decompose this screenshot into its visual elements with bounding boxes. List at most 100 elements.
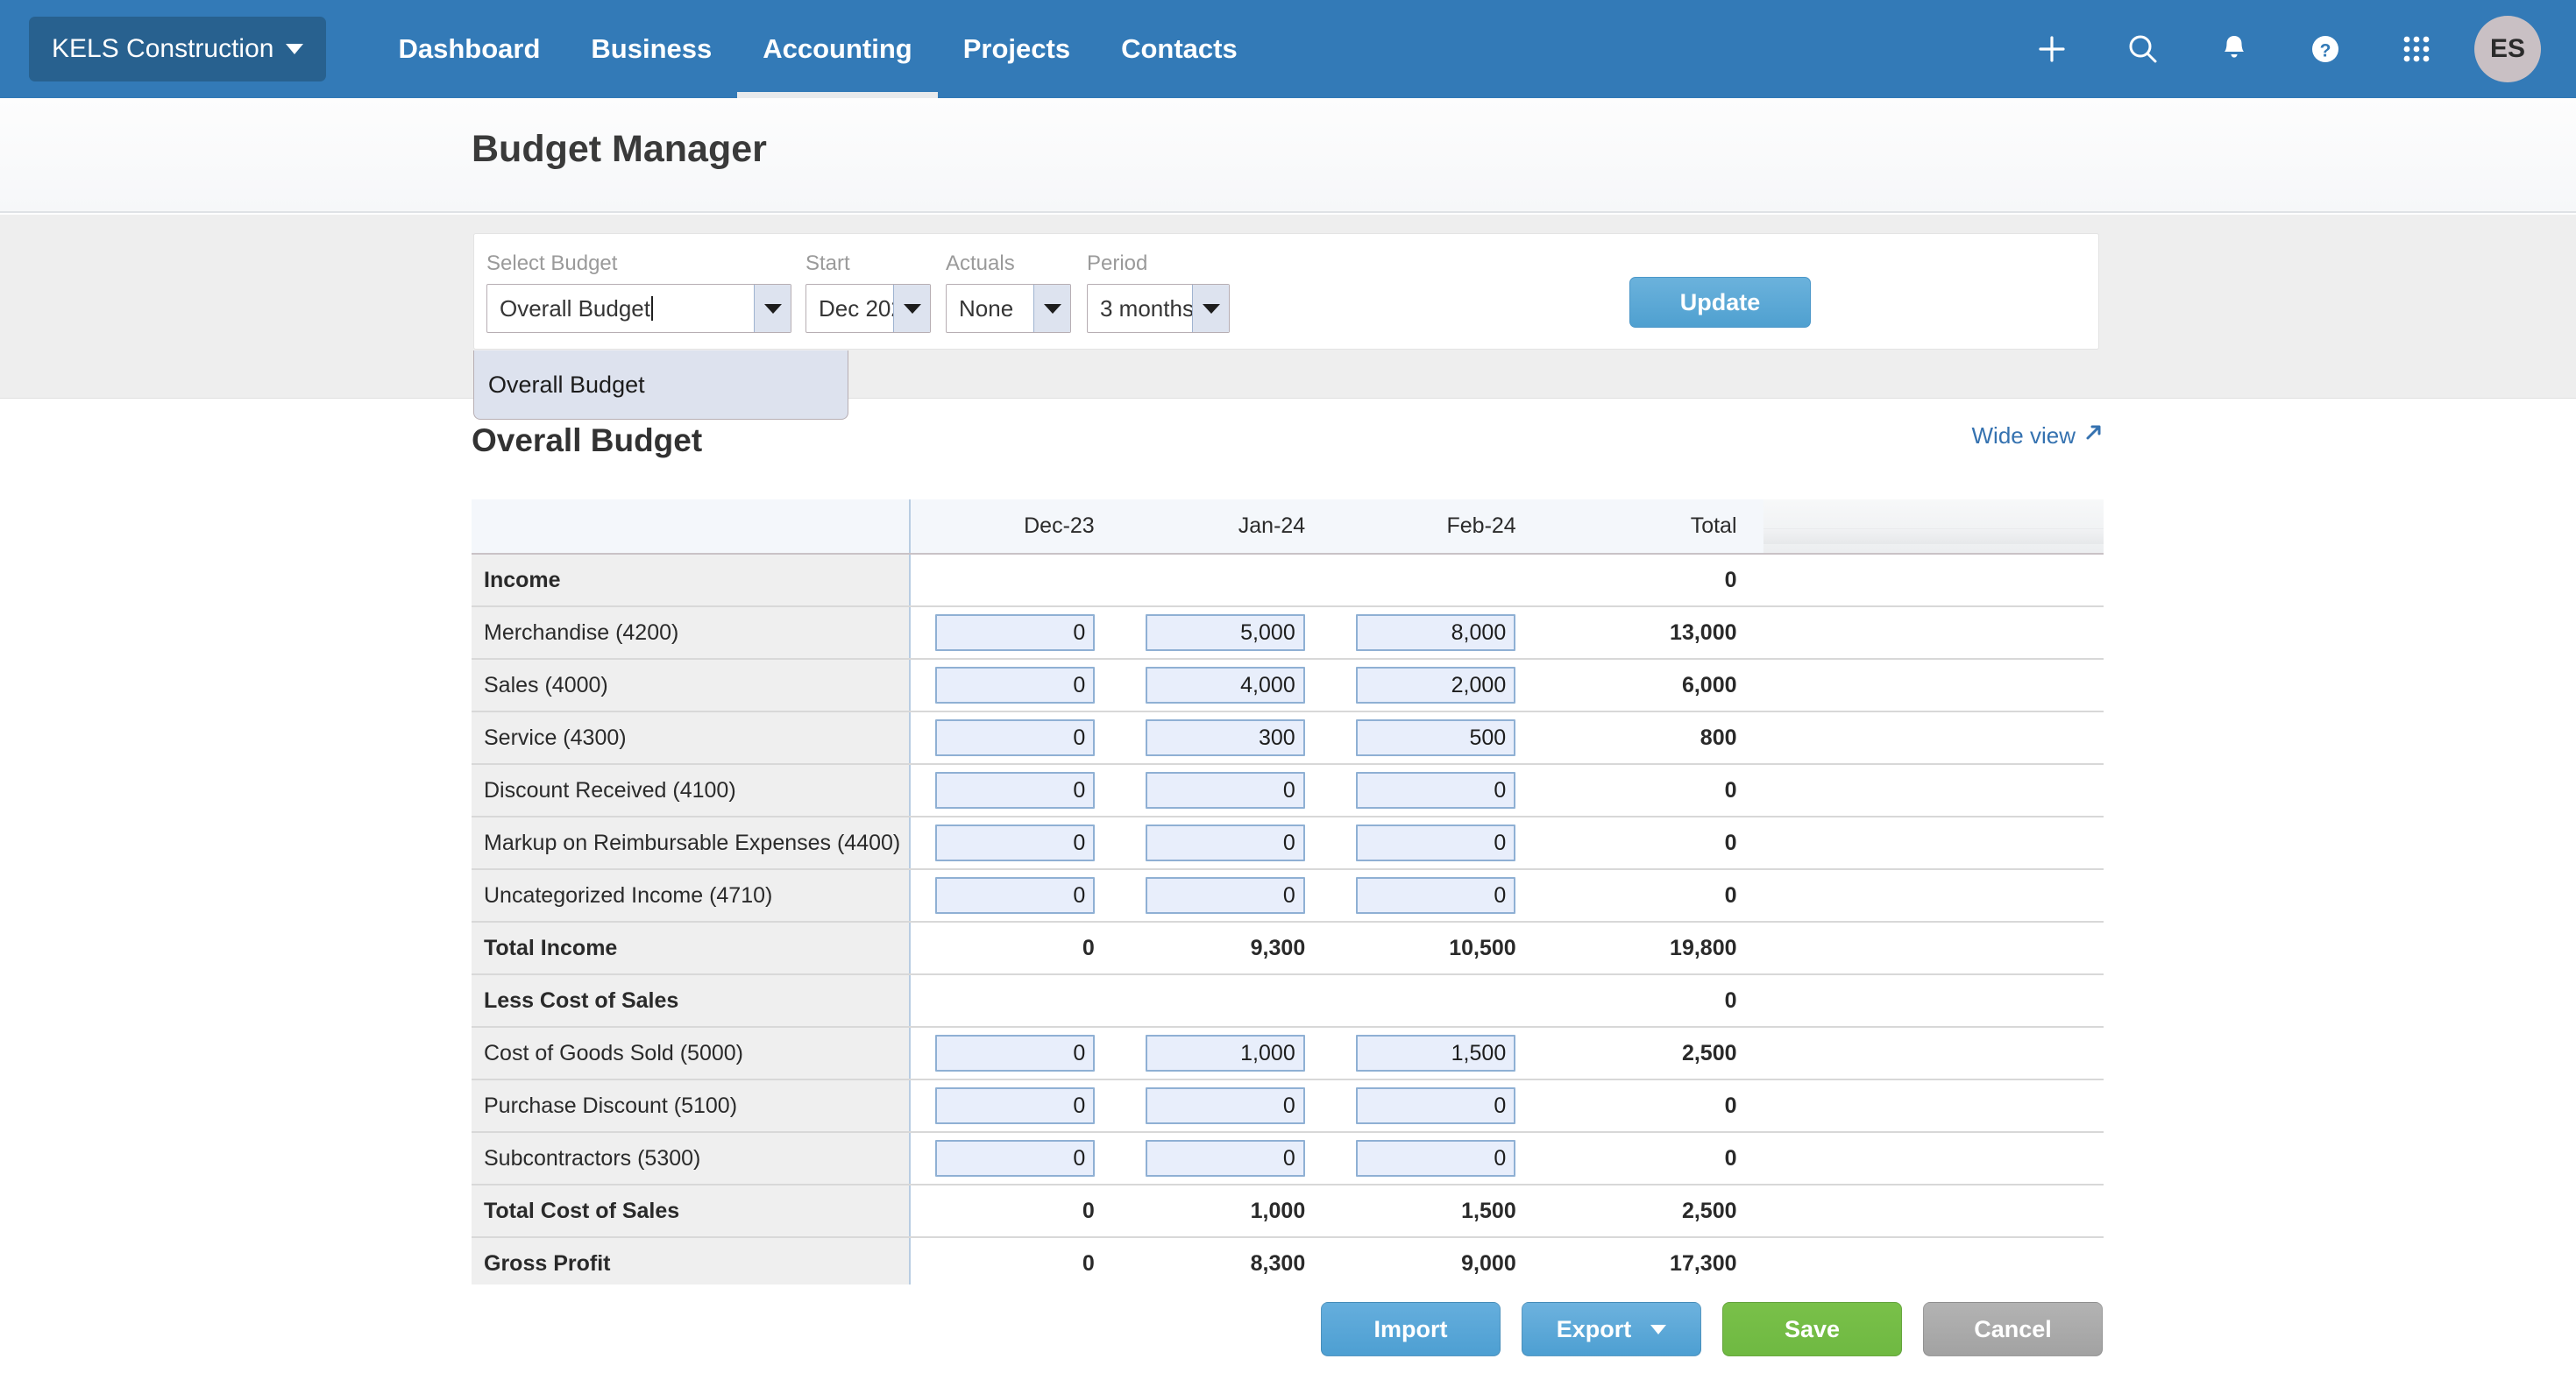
- budget-amount-input[interactable]: [1356, 877, 1515, 914]
- row-spacer: [1763, 817, 2104, 869]
- row-total: 800: [1543, 711, 1763, 764]
- budget-amount-input[interactable]: [935, 772, 1095, 809]
- import-button[interactable]: Import: [1321, 1302, 1501, 1356]
- chevron-down-icon[interactable]: [893, 285, 930, 332]
- budget-amount-input[interactable]: [1146, 614, 1305, 651]
- budget-table-container[interactable]: Dec-23 Jan-24 Feb-24 Total Income0Mercha…: [472, 499, 2104, 1285]
- budget-amount-input[interactable]: [1356, 1140, 1515, 1177]
- nav-tab-dashboard[interactable]: Dashboard: [373, 0, 565, 98]
- bell-icon[interactable]: [2189, 0, 2280, 98]
- chevron-down-icon[interactable]: [1033, 285, 1070, 332]
- budget-amount-input[interactable]: [1146, 1140, 1305, 1177]
- row-label: Purchase Discount (5100): [472, 1079, 910, 1132]
- help-icon[interactable]: ?: [2280, 0, 2371, 98]
- budget-cell: [1121, 606, 1332, 659]
- budget-amount-input[interactable]: [1146, 1087, 1305, 1124]
- table-row: Less Cost of Sales0: [472, 974, 2104, 1027]
- row-total: 0: [1543, 869, 1763, 922]
- cancel-button[interactable]: Cancel: [1923, 1302, 2103, 1356]
- row-label: Total Income: [472, 922, 910, 974]
- budget-cell: [1331, 869, 1543, 922]
- budget-cell-value: [1121, 554, 1332, 606]
- budget-cell: [1121, 659, 1332, 711]
- plus-icon[interactable]: [2006, 0, 2097, 98]
- row-label: Total Cost of Sales: [472, 1185, 910, 1237]
- page-title-band: Budget Manager: [0, 98, 2576, 213]
- row-label: Income: [472, 554, 910, 606]
- horizontal-scrollbar[interactable]: [1763, 499, 2104, 554]
- budget-amount-input[interactable]: [1356, 825, 1515, 861]
- row-spacer: [1763, 922, 2104, 974]
- actuals-select[interactable]: None: [946, 284, 1071, 333]
- budget-amount-input[interactable]: [935, 1087, 1095, 1124]
- budget-amount-input[interactable]: [1146, 825, 1305, 861]
- period-label: Period: [1087, 251, 1230, 276]
- period-value: 3 months: [1088, 285, 1192, 332]
- dropdown-option-overall-budget[interactable]: Overall Budget: [474, 372, 645, 399]
- budget-cell-value: 1,500: [1331, 1185, 1543, 1237]
- row-total: 0: [1543, 764, 1763, 817]
- budget-amount-input[interactable]: [1146, 667, 1305, 704]
- budget-cell: [910, 711, 1121, 764]
- budget-cell: [910, 764, 1121, 817]
- budget-amount-input[interactable]: [935, 719, 1095, 756]
- budget-cell: [1121, 869, 1332, 922]
- budget-amount-input[interactable]: [935, 1140, 1095, 1177]
- budget-amount-input[interactable]: [935, 614, 1095, 651]
- budget-cell-value: 8,300: [1121, 1237, 1332, 1285]
- nav-tab-contacts[interactable]: Contacts: [1096, 0, 1263, 98]
- budget-cell: [1331, 606, 1543, 659]
- row-total: 17,300: [1543, 1237, 1763, 1285]
- budget-amount-input[interactable]: [935, 877, 1095, 914]
- action-bar: Import Export Save Cancel: [0, 1285, 2576, 1373]
- budget-cell: [910, 869, 1121, 922]
- row-total: 0: [1543, 554, 1763, 606]
- wide-view-label: Wide view: [1972, 422, 2076, 449]
- budget-amount-input[interactable]: [1356, 614, 1515, 651]
- wide-view-link[interactable]: Wide view: [1972, 422, 2104, 449]
- chevron-down-icon[interactable]: [1650, 1325, 1666, 1334]
- budget-amount-input[interactable]: [1146, 719, 1305, 756]
- nav-tab-business[interactable]: Business: [565, 0, 737, 98]
- budget-amount-input[interactable]: [935, 1035, 1095, 1072]
- budget-amount-input[interactable]: [1146, 877, 1305, 914]
- nav-tab-projects[interactable]: Projects: [938, 0, 1096, 98]
- budget-cell: [910, 817, 1121, 869]
- budget-amount-input[interactable]: [1356, 1087, 1515, 1124]
- svg-text:?: ?: [2320, 41, 2331, 61]
- select-budget-input[interactable]: Overall Budget: [486, 284, 791, 333]
- nav-tab-accounting[interactable]: Accounting: [737, 0, 938, 98]
- table-row: Cost of Goods Sold (5000)2,500: [472, 1027, 2104, 1079]
- chevron-down-icon: [286, 44, 303, 54]
- update-button[interactable]: Update: [1629, 277, 1811, 328]
- budget-amount-input[interactable]: [1356, 719, 1515, 756]
- chevron-down-icon[interactable]: [754, 285, 791, 332]
- budget-amount-input[interactable]: [935, 667, 1095, 704]
- save-button[interactable]: Save: [1722, 1302, 1902, 1356]
- budget-amount-input[interactable]: [1146, 1035, 1305, 1072]
- select-budget-dropdown: Overall Budget: [473, 350, 848, 420]
- avatar[interactable]: ES: [2474, 16, 2541, 82]
- budget-cell-value: [1331, 974, 1543, 1027]
- row-spacer: [1763, 974, 2104, 1027]
- budget-amount-input[interactable]: [935, 825, 1095, 861]
- budget-amount-input[interactable]: [1146, 772, 1305, 809]
- budget-amount-input[interactable]: [1356, 772, 1515, 809]
- row-total: 0: [1543, 1079, 1763, 1132]
- row-spacer: [1763, 659, 2104, 711]
- budget-amount-input[interactable]: [1356, 1035, 1515, 1072]
- table-row: Subcontractors (5300)0: [472, 1132, 2104, 1185]
- org-switcher-button[interactable]: KELS Construction: [29, 17, 326, 81]
- budget-amount-input[interactable]: [1356, 667, 1515, 704]
- row-total: 2,500: [1543, 1185, 1763, 1237]
- apps-grid-icon[interactable]: [2371, 0, 2462, 98]
- row-total: 13,000: [1543, 606, 1763, 659]
- period-select[interactable]: 3 months: [1087, 284, 1230, 333]
- chevron-down-icon[interactable]: [1192, 285, 1229, 332]
- search-icon[interactable]: [2097, 0, 2189, 98]
- start-select[interactable]: Dec 2023: [805, 284, 931, 333]
- export-button[interactable]: Export: [1522, 1302, 1701, 1356]
- row-label: Markup on Reimbursable Expenses (4400): [472, 817, 910, 869]
- row-spacer: [1763, 1027, 2104, 1079]
- row-label: Subcontractors (5300): [472, 1132, 910, 1185]
